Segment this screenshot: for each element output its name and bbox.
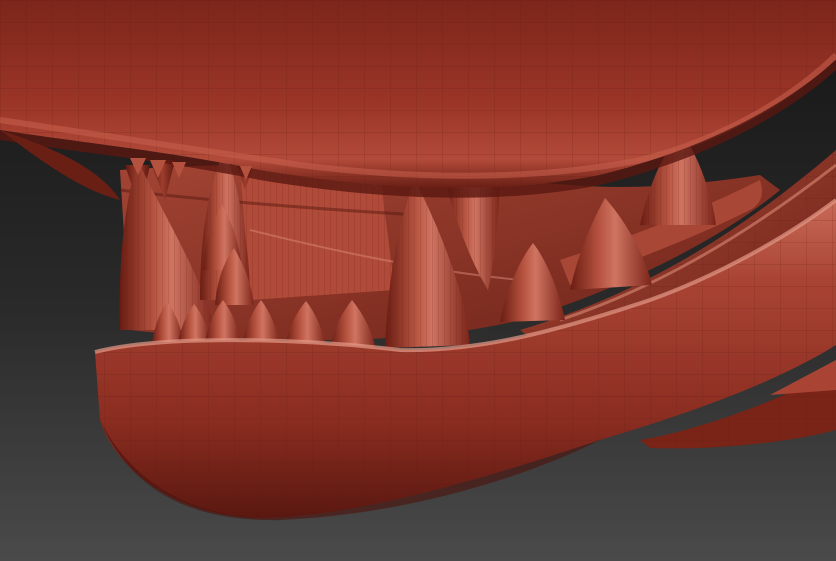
sculpt-viewport[interactable] [0,0,836,561]
sculpt-render [0,0,836,561]
